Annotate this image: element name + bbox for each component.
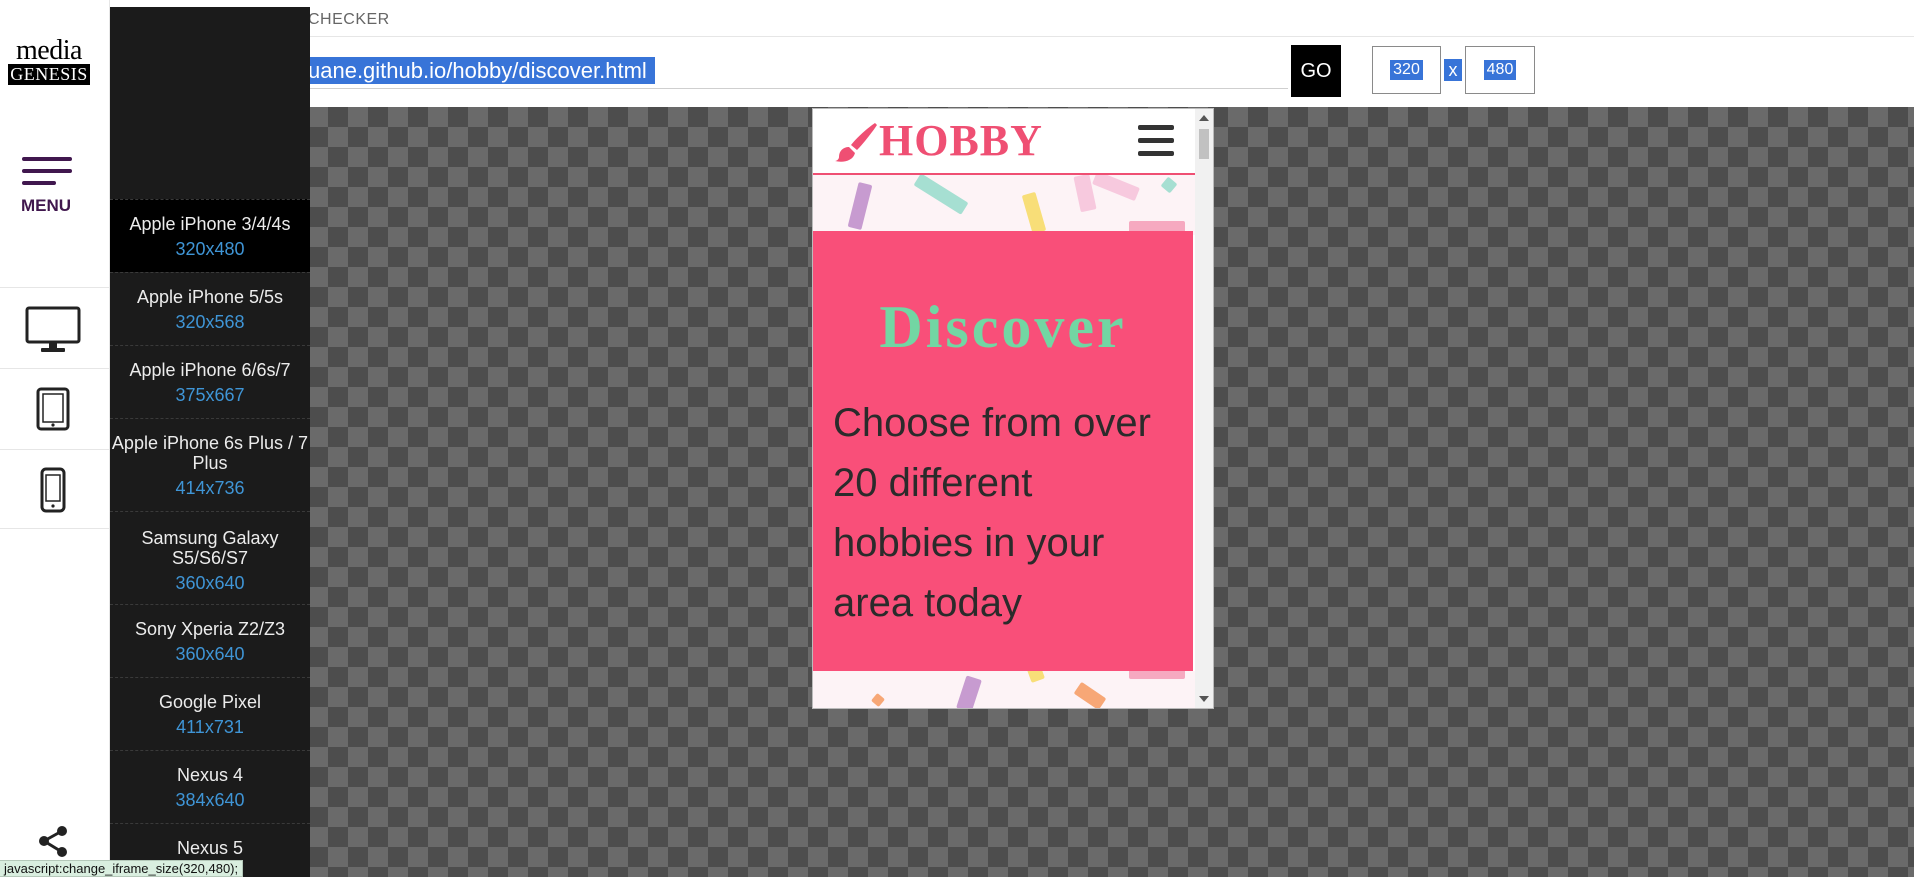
- phone-view-button[interactable]: [0, 449, 110, 529]
- device-resolution: 414x736: [175, 478, 245, 498]
- confetti-piece: [847, 181, 873, 231]
- device-name: Nexus 4: [176, 765, 244, 785]
- device-name: Apple iPhone 3/4/4s: [129, 214, 291, 234]
- menu-label: MENU: [20, 196, 72, 215]
- device-name: Samsung Galaxy S5/S6/S7: [141, 528, 279, 568]
- device-item[interactable]: Google Pixel 411x731: [110, 677, 310, 750]
- menu-icon-bar: [22, 157, 72, 161]
- menu-icon-bar: [22, 169, 72, 173]
- confetti-piece: [913, 175, 969, 215]
- device-list-panel: Apple iPhone 3/4/4s 320x480 Apple iPhone…: [110, 7, 310, 877]
- phone-icon: [40, 467, 66, 513]
- share-icon[interactable]: [36, 824, 70, 858]
- hamburger-bar: [1138, 138, 1174, 143]
- device-name: Google Pixel: [158, 692, 262, 712]
- menu-icon-bar: [22, 181, 56, 185]
- media-genesis-logo[interactable]: media GENESIS: [8, 35, 90, 85]
- confetti-piece: [870, 692, 886, 708]
- confetti-piece: [1129, 671, 1185, 679]
- monitor-icon: [25, 306, 81, 352]
- device-name: Apple iPhone 6/6s/7: [129, 360, 291, 380]
- confetti-piece: [1160, 176, 1178, 194]
- preview-scrollbar[interactable]: [1195, 109, 1213, 708]
- scroll-thumb[interactable]: [1199, 129, 1209, 159]
- preview-frame[interactable]: HOBBY Discover Choose from over 20 diffe…: [812, 108, 1214, 709]
- device-resolution: 375x667: [175, 385, 245, 405]
- hamburger-bar: [1138, 125, 1174, 130]
- device-item[interactable]: Apple iPhone 6s Plus / 7 Plus 414x736: [110, 418, 310, 511]
- hero-card: Discover Choose from over 20 different h…: [813, 231, 1193, 671]
- device-resolution: 360x640: [175, 644, 245, 664]
- hamburger-icon[interactable]: [1138, 125, 1174, 157]
- logo-top-text: media: [16, 35, 82, 66]
- tablet-icon: [36, 387, 70, 431]
- device-item[interactable]: Sony Xperia Z2/Z3 360x640: [110, 604, 310, 677]
- confetti-piece: [956, 675, 982, 708]
- device-resolution: 411x731: [176, 717, 244, 737]
- device-resolution: 320x480: [175, 239, 245, 259]
- confetti-top: [813, 175, 1195, 235]
- device-item[interactable]: Nexus 4 384x640: [110, 750, 310, 823]
- scroll-up-icon[interactable]: [1199, 115, 1209, 121]
- confetti-bottom: [813, 671, 1195, 708]
- confetti-piece: [1092, 175, 1140, 202]
- width-input[interactable]: 320: [1372, 46, 1441, 94]
- logo-bottom-text: GENESIS: [8, 64, 90, 85]
- responsive-checker-window: CHECKER uane.github.io/hobby/discover.ht…: [0, 0, 1914, 877]
- menu-button[interactable]: MENU: [18, 155, 74, 215]
- left-sidebar: media GENESIS MENU: [0, 0, 110, 877]
- app-title: CHECKER: [308, 11, 390, 28]
- device-name: Apple iPhone 5/5s: [136, 287, 284, 307]
- confetti-piece: [1027, 671, 1045, 683]
- device-item[interactable]: Apple iPhone 6/6s/7 375x667: [110, 345, 310, 418]
- device-name: Sony Xperia Z2/Z3: [134, 619, 286, 639]
- url-input[interactable]: uane.github.io/hobby/discover.html: [308, 53, 1288, 89]
- hero-body: Choose from over 20 different hobbies in…: [833, 401, 1151, 625]
- height-value: 480: [1483, 60, 1517, 80]
- confetti-piece: [1073, 681, 1107, 708]
- device-item[interactable]: Apple iPhone 3/4/4s 320x480: [110, 199, 310, 272]
- status-link-tooltip: javascript:change_iframe_size(320,480);: [0, 860, 244, 877]
- site-header: HOBBY: [813, 109, 1195, 175]
- go-button[interactable]: GO: [1291, 45, 1341, 97]
- confetti-piece: [1021, 191, 1047, 235]
- device-name: Nexus 5: [176, 838, 244, 858]
- device-resolution: 320x568: [175, 312, 245, 332]
- url-text: uane.github.io/hobby/discover.html: [308, 57, 655, 84]
- paintbrush-icon: [835, 123, 877, 162]
- height-input[interactable]: 480: [1465, 46, 1535, 94]
- device-resolution: 384x640: [175, 790, 245, 810]
- device-resolution: 360x640: [175, 573, 245, 593]
- hamburger-bar: [1138, 151, 1174, 156]
- device-item[interactable]: Apple iPhone 5/5s 320x568: [110, 272, 310, 345]
- tablet-view-button[interactable]: [0, 368, 110, 448]
- dimension-separator: x: [1444, 59, 1462, 81]
- site-brand[interactable]: HOBBY: [879, 115, 1043, 166]
- device-name: Apple iPhone 6s Plus / 7 Plus: [111, 433, 309, 473]
- device-item[interactable]: Samsung Galaxy S5/S6/S7 360x640: [110, 511, 310, 604]
- width-value: 320: [1390, 60, 1423, 80]
- desktop-view-button[interactable]: [0, 287, 110, 367]
- scroll-down-icon[interactable]: [1199, 696, 1209, 702]
- hero-heading: Discover: [879, 294, 1127, 360]
